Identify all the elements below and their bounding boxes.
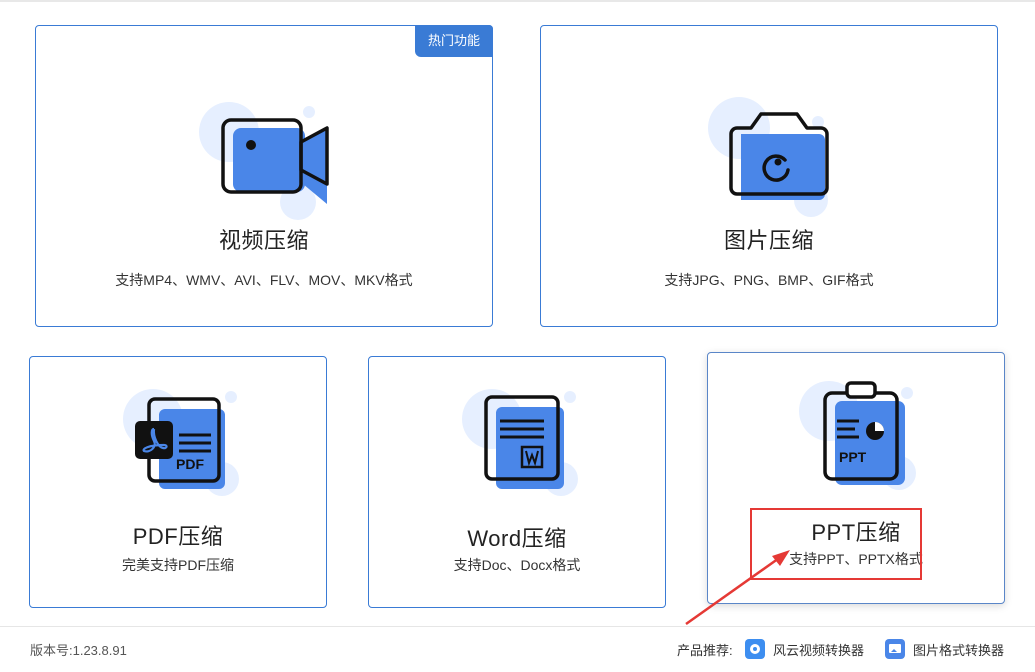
camera-icon — [708, 97, 829, 217]
image-converter-link[interactable]: 图片格式转换器 — [885, 638, 1004, 660]
card-title: PPT压缩 — [811, 520, 901, 545]
ppt-clipboard-icon — [799, 381, 916, 490]
video-converter-link[interactable]: 风云视频转换器 — [745, 638, 864, 660]
video-camera-icon — [199, 102, 329, 220]
card-title: PDF压缩 — [132, 524, 224, 549]
image-compress-card[interactable]: 图片压缩 支持JPG、PNG、BMP、GIF格式 — [540, 25, 998, 327]
card-title: 视频压缩 — [218, 228, 309, 253]
ppt-icon-label: PPT — [839, 449, 867, 465]
recommend-label: 产品推荐: — [677, 643, 733, 658]
card-description: 支持MP4、WMV、AVI、FLV、MOV、MKV格式 — [115, 272, 413, 288]
card-description: 完美支持PDF压缩 — [122, 557, 234, 573]
top-divider — [0, 0, 1035, 2]
video-converter-app-icon — [745, 639, 765, 659]
image-converter-app-icon — [885, 639, 905, 659]
card-description: 支持JPG、PNG、BMP、GIF格式 — [664, 272, 874, 288]
ppt-compress-card[interactable]: PPT PPT压缩 支持PPT、PPTX格式 — [707, 352, 1005, 604]
card-title: Word压缩 — [467, 526, 567, 551]
svg-text:PDF: PDF — [176, 456, 204, 472]
pdf-document-icon — [123, 389, 239, 496]
card-title: 图片压缩 — [723, 228, 814, 253]
pdf-compress-card[interactable]: PDF PDF压缩 完美支持PDF压缩 — [29, 356, 327, 608]
video-converter-label: 风云视频转换器 — [773, 642, 865, 658]
word-compress-card[interactable]: Word压缩 支持Doc、Docx格式 — [368, 356, 666, 608]
hot-feature-badge: 热门功能 — [415, 25, 493, 57]
svg-text:PPT: PPT — [839, 449, 867, 465]
video-compress-card[interactable]: 热门功能 视频压缩 支持MP4、WMV、AVI、FLV、MOV、MKV格式 — [35, 25, 493, 327]
version-label: 版本号:1.23.8.91 — [30, 643, 127, 658]
pdf-icon-label: PDF — [176, 456, 204, 472]
word-document-icon — [462, 389, 578, 496]
card-description: 支持Doc、Docx格式 — [453, 557, 581, 573]
image-converter-label: 图片格式转换器 — [913, 642, 1005, 658]
footer: 版本号:1.23.8.91 产品推荐: 风云视频转换器 图片格式转换器 — [0, 627, 1035, 672]
card-description: 支持PPT、PPTX格式 — [789, 551, 923, 567]
